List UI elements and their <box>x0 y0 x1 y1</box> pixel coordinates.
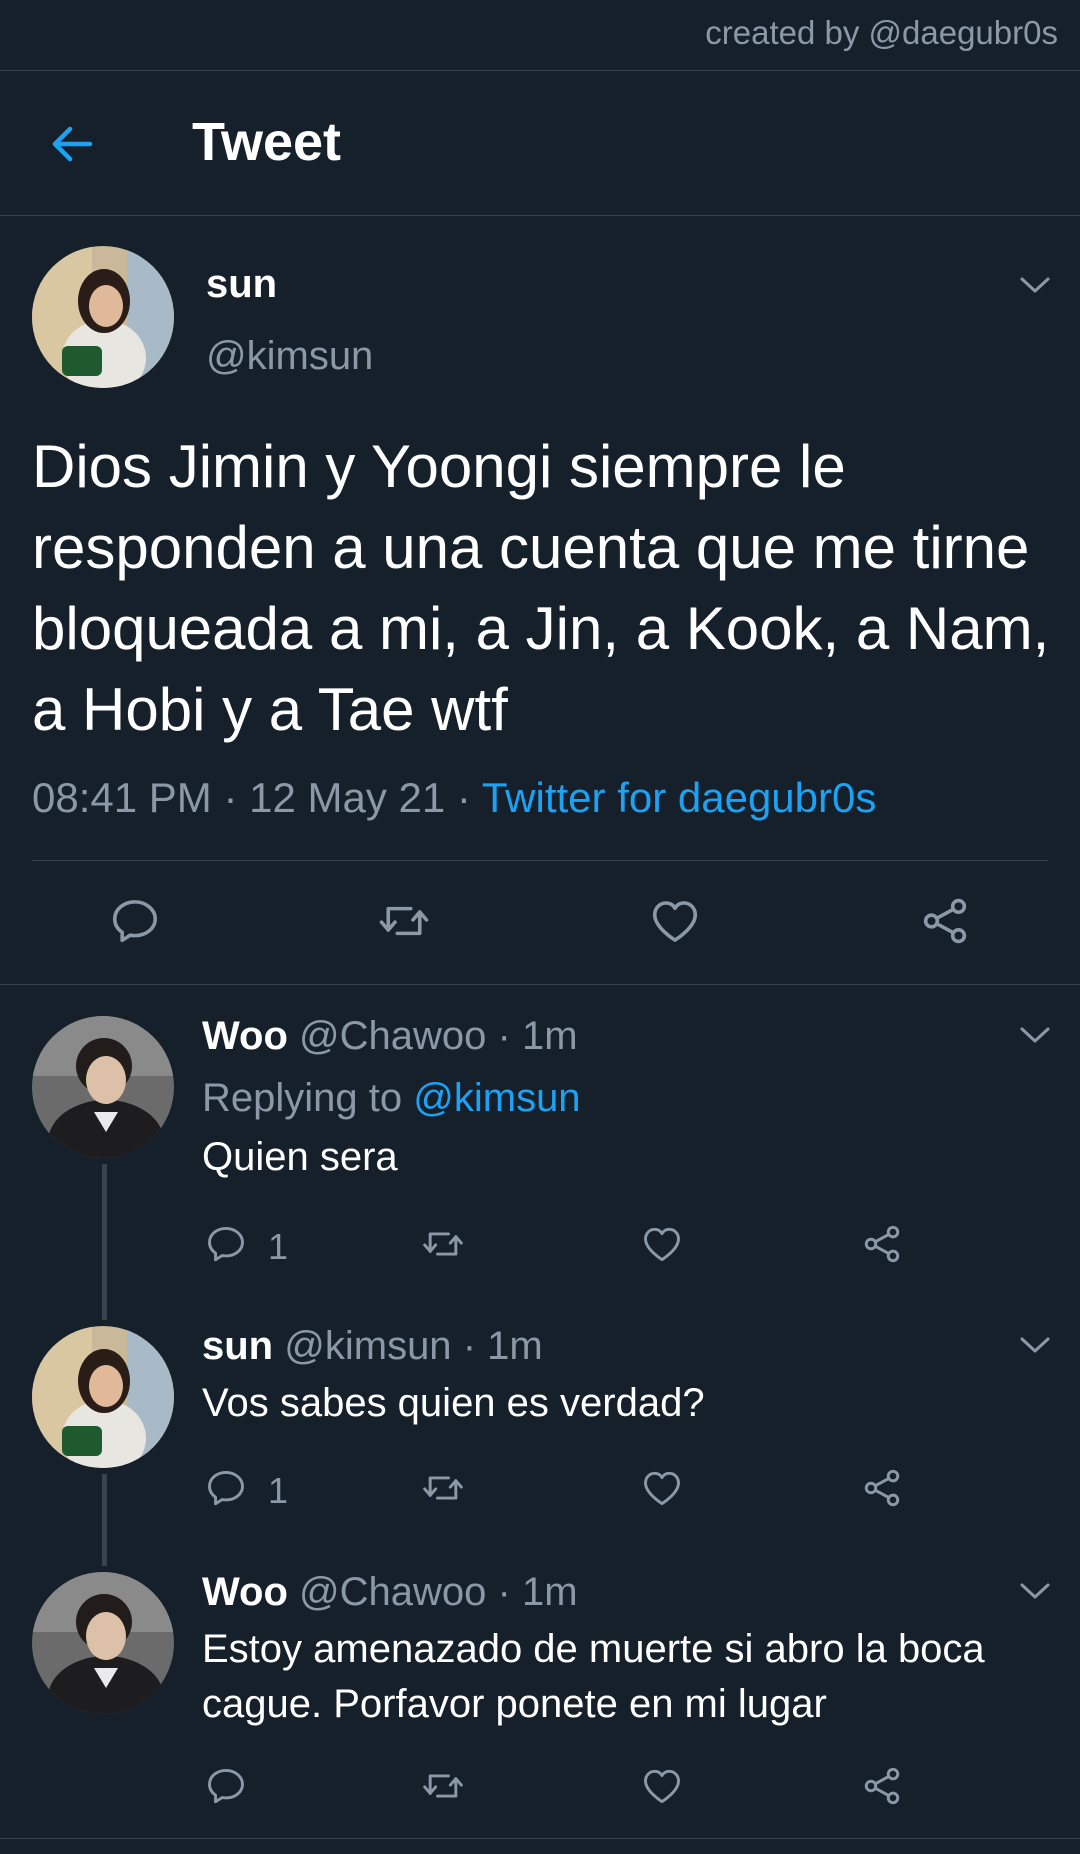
chevron-down-icon[interactable] <box>1018 1024 1052 1046</box>
reply-header: sun @kimsun · 1m <box>202 1324 543 1369</box>
heart-icon <box>640 1466 684 1510</box>
like-button[interactable] <box>640 1764 684 1808</box>
reply-count: 1 <box>268 1470 289 1511</box>
reply-author-name[interactable]: Woo <box>202 1014 288 1058</box>
like-button[interactable] <box>640 1222 684 1266</box>
retweet-button[interactable] <box>418 1764 468 1808</box>
reply-count: 1 <box>268 1226 289 1267</box>
retweet-button[interactable] <box>374 894 434 948</box>
reply-time: 1m <box>521 1014 578 1058</box>
replying-to-label: Replying to <box>202 1076 403 1120</box>
reply-author-name[interactable]: sun <box>202 1324 273 1368</box>
author-handle[interactable]: @kimsun <box>206 334 373 379</box>
like-button[interactable] <box>640 1466 684 1510</box>
tweet-text: Dios Jimin y Yoongi siempre le responden… <box>32 433 1050 743</box>
divider <box>0 984 1080 985</box>
author-name[interactable]: sun <box>206 262 277 307</box>
share-icon <box>918 894 972 948</box>
reply-text: Quien sera <box>202 1135 398 1179</box>
top-bar: Tweet <box>0 70 1080 216</box>
avatar[interactable] <box>32 1572 174 1714</box>
tweet-meta: 08:41 PM · 12 May 21 · Twitter for daegu… <box>32 774 876 822</box>
page-title: Tweet <box>192 112 342 172</box>
tweet-date: 12 May 21 <box>249 774 446 821</box>
like-button[interactable] <box>648 894 702 948</box>
reply-button[interactable] <box>108 894 162 948</box>
reply-button[interactable] <box>204 1764 248 1808</box>
avatar[interactable] <box>32 1326 174 1468</box>
share-button[interactable] <box>860 1764 904 1808</box>
reply-button[interactable] <box>204 1222 248 1266</box>
retweet-icon <box>374 894 434 948</box>
avatar[interactable] <box>32 1016 174 1158</box>
reply-author-handle[interactable]: @Chawoo <box>299 1014 486 1058</box>
share-icon <box>860 1764 904 1808</box>
watermark-credit: created by @daegubr0s <box>705 14 1058 51</box>
share-icon <box>860 1466 904 1510</box>
tweet-source-link[interactable]: Twitter for daegubr0s <box>482 774 877 821</box>
heart-icon <box>640 1764 684 1808</box>
reply-icon <box>204 1466 248 1510</box>
chevron-down-icon[interactable] <box>1018 1580 1052 1602</box>
reply-header: Woo @Chawoo · 1m <box>202 1570 578 1615</box>
meta-separator: · <box>497 1014 511 1058</box>
heart-icon <box>648 894 702 948</box>
chevron-down-icon[interactable] <box>1018 1334 1052 1356</box>
share-button[interactable] <box>918 894 972 948</box>
reply-text: Estoy amenazado de muerte si abro la boc… <box>202 1627 985 1726</box>
retweet-icon <box>418 1222 468 1266</box>
arrow-left-icon[interactable] <box>46 118 98 170</box>
reply-text: Vos sabes quien es verdad? <box>202 1381 705 1425</box>
reply-time: 1m <box>521 1570 578 1614</box>
avatar[interactable] <box>32 246 174 388</box>
retweet-icon <box>418 1764 468 1808</box>
heart-icon <box>640 1222 684 1266</box>
tweet-time: 08:41 PM <box>32 774 212 821</box>
divider <box>32 860 1048 861</box>
reply-author-handle[interactable]: @kimsun <box>284 1324 451 1368</box>
replying-to: Replying to @kimsun <box>202 1076 581 1121</box>
reply-icon <box>204 1222 248 1266</box>
chevron-down-icon[interactable] <box>1018 274 1052 296</box>
reply-button[interactable] <box>204 1466 248 1510</box>
thread-line <box>102 1474 107 1566</box>
reply-header: Woo @Chawoo · 1m <box>202 1014 578 1059</box>
retweet-icon <box>418 1466 468 1510</box>
retweet-button[interactable] <box>418 1222 468 1266</box>
reply-icon <box>204 1764 248 1808</box>
reply-icon <box>108 894 162 948</box>
retweet-button[interactable] <box>418 1466 468 1510</box>
divider <box>0 1838 1080 1839</box>
share-button[interactable] <box>860 1466 904 1510</box>
reply-author-name[interactable]: Woo <box>202 1570 288 1614</box>
thread-line <box>102 1164 107 1320</box>
meta-separator: · <box>223 774 238 821</box>
share-icon <box>860 1222 904 1266</box>
reply-time: 1m <box>487 1324 543 1368</box>
meta-separator: · <box>462 1324 477 1368</box>
reply-author-handle[interactable]: @Chawoo <box>299 1570 486 1614</box>
share-button[interactable] <box>860 1222 904 1266</box>
replying-to-mention[interactable]: @kimsun <box>413 1076 580 1120</box>
meta-separator: · <box>456 774 471 821</box>
meta-separator: · <box>497 1570 511 1614</box>
